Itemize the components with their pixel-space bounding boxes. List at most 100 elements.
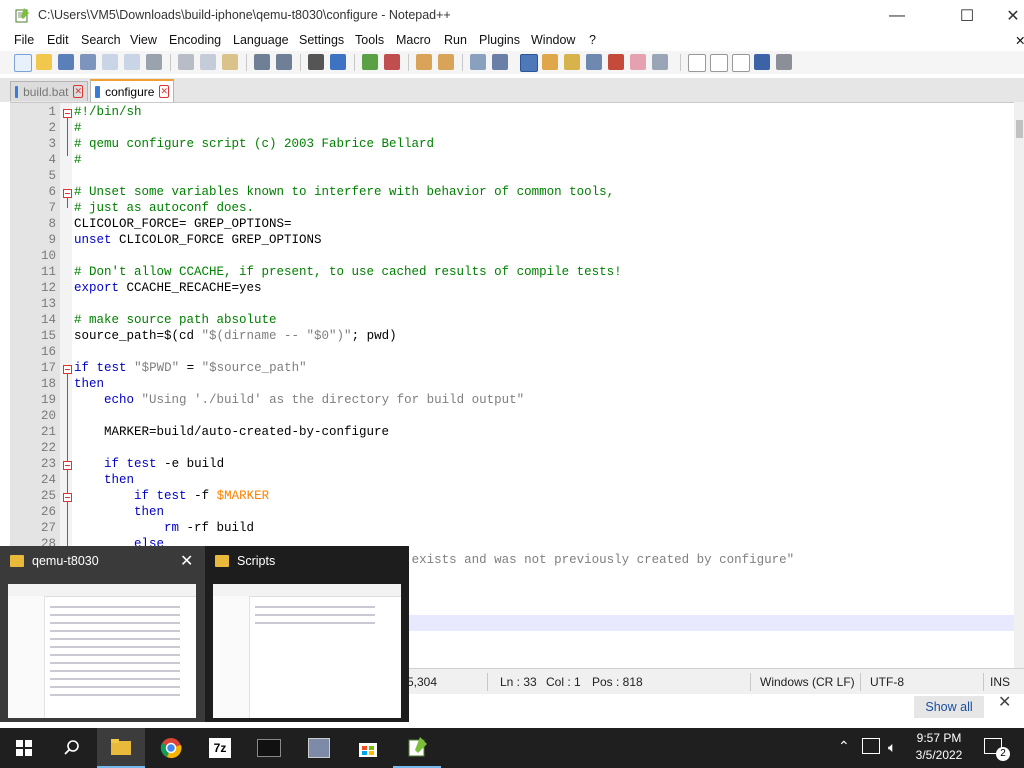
stop-macro-icon[interactable] [710,54,728,72]
status-eol[interactable]: Windows (CR LF) [760,675,855,689]
menu-view[interactable]: View [130,33,157,47]
find-icon[interactable] [308,54,324,70]
save-macro-icon[interactable] [776,54,792,70]
show-hidden-icons-icon[interactable]: ⌃ [838,738,850,755]
code-line[interactable]: #!/bin/sh [74,105,142,119]
fold-toggle-icon[interactable] [63,493,72,502]
code-line[interactable]: CLICOLOR_FORCE= GREP_OPTIONS= [74,217,292,231]
document-map-icon[interactable] [564,54,580,70]
folder-as-workspace-icon[interactable] [630,54,646,70]
undo-icon[interactable] [254,54,270,70]
word-wrap-icon[interactable] [470,54,486,70]
redo-icon[interactable] [276,54,292,70]
play-macro-multiple-icon[interactable] [754,54,770,70]
udl-icon[interactable] [542,54,558,70]
code-line[interactable]: # make source path absolute [74,313,277,327]
code-line[interactable]: # Unset some variables known to interfer… [74,185,614,199]
menu-search[interactable]: Search [81,33,121,47]
thumbnail-preview-scripts[interactable] [213,584,401,718]
close-button[interactable]: ✕ [990,0,1024,31]
save-all-icon[interactable] [80,54,96,70]
code-line[interactable]: MARKER=build/auto-created-by-configure [74,425,389,439]
system-clock[interactable]: 9:57 PM 3/5/2022 [904,730,974,766]
code-line[interactable]: source_path=$(cd "$(dirname -- "$0")"; p… [74,329,397,343]
sync-horizontal-icon[interactable] [438,54,454,70]
file-explorer-icon[interactable] [97,728,145,768]
code-line[interactable]: # [74,153,82,167]
tab-close-icon[interactable]: ✕ [159,85,169,98]
code-line[interactable]: # qemu configure script (c) 2003 Fabrice… [74,137,434,151]
minimize-button[interactable]: — [874,0,920,31]
tab-close-icon[interactable]: ✕ [73,85,83,98]
print-icon[interactable] [146,54,162,70]
thumbnail-close-icon[interactable]: ✕ [180,551,193,571]
code-line[interactable]: unset CLICOLOR_FORCE GREP_OPTIONS [74,233,322,247]
menu-window[interactable]: Window [531,33,575,47]
chrome-icon[interactable] [147,728,195,768]
close-file-icon[interactable] [102,54,118,70]
fold-toggle-icon[interactable] [63,461,72,470]
code-line[interactable]: then [74,505,164,519]
search-icon[interactable] [48,728,96,768]
app-icon[interactable] [295,728,343,768]
monitoring-icon[interactable] [652,54,668,70]
record-macro-icon[interactable] [688,54,706,72]
zoom-in-icon[interactable] [362,54,378,70]
code-line[interactable]: if test "$PWD" = "$source_path" [74,361,307,375]
menu-help[interactable]: ? [589,33,596,47]
fold-toggle-icon[interactable] [63,365,72,374]
menu-settings[interactable]: Settings [299,33,344,47]
open-file-icon[interactable] [36,54,52,70]
document-list-icon[interactable] [586,54,602,70]
vertical-scrollbar[interactable] [1014,102,1024,668]
menu-encoding[interactable]: Encoding [169,33,221,47]
close-all-icon[interactable] [124,54,140,70]
code-line[interactable]: then [74,377,104,391]
menu-tools[interactable]: Tools [355,33,384,47]
code-line[interactable]: then [74,473,134,487]
thumbnail-preview-qemu[interactable] [8,584,196,718]
tab-build-bat[interactable]: build.bat ✕ [10,81,88,101]
menu-language[interactable]: Language [233,33,289,47]
status-insert-mode[interactable]: INS [990,675,1010,689]
code-line[interactable]: if test -f $MARKER [74,489,269,503]
close-document-icon[interactable]: ✕ [1015,33,1024,48]
show-all-button[interactable]: Show all [914,696,984,718]
code-line[interactable]: rm -rf build [74,521,254,535]
network-icon[interactable] [862,738,880,754]
cut-icon[interactable] [178,54,194,70]
tab-configure[interactable]: configure ✕ [90,79,174,102]
paste-icon[interactable] [222,54,238,70]
code-line[interactable]: export CCACHE_RECACHE=yes [74,281,262,295]
save-icon[interactable] [58,54,74,70]
code-line[interactable]: # Don't allow CCACHE, if present, to use… [74,265,622,279]
indent-guide-icon[interactable] [520,54,538,72]
code-line[interactable]: if test -e build [74,457,224,471]
sync-vertical-icon[interactable] [416,54,432,70]
fold-toggle-icon[interactable] [63,109,72,118]
menu-run[interactable]: Run [444,33,467,47]
menu-plugins[interactable]: Plugins [479,33,520,47]
volume-icon[interactable]: 🔈︎ [888,739,896,756]
menu-file[interactable]: File [14,33,34,47]
fold-toggle-icon[interactable] [63,189,72,198]
play-macro-icon[interactable] [732,54,750,72]
scrollbar-thumb[interactable] [1016,120,1023,138]
menu-macro[interactable]: Macro [396,33,431,47]
replace-icon[interactable] [330,54,346,70]
menu-edit[interactable]: Edit [47,33,69,47]
zoom-out-icon[interactable] [384,54,400,70]
notepadpp-icon[interactable] [393,728,441,768]
terminal-icon[interactable] [245,728,293,768]
notification-close-icon[interactable]: ✕ [998,692,1011,712]
new-file-icon[interactable] [14,54,32,72]
start-icon[interactable] [0,728,48,768]
copy-icon[interactable] [200,54,216,70]
code-line[interactable]: # just as autoconf does. [74,201,254,215]
store-icon[interactable] [344,728,392,768]
code-line[interactable]: echo "Using './build' as the directory f… [74,393,524,407]
7zip-icon[interactable]: 7z [196,728,244,768]
function-list-icon[interactable] [608,54,624,70]
status-encoding[interactable]: UTF-8 [870,675,904,689]
maximize-button[interactable]: ☐ [944,0,990,31]
